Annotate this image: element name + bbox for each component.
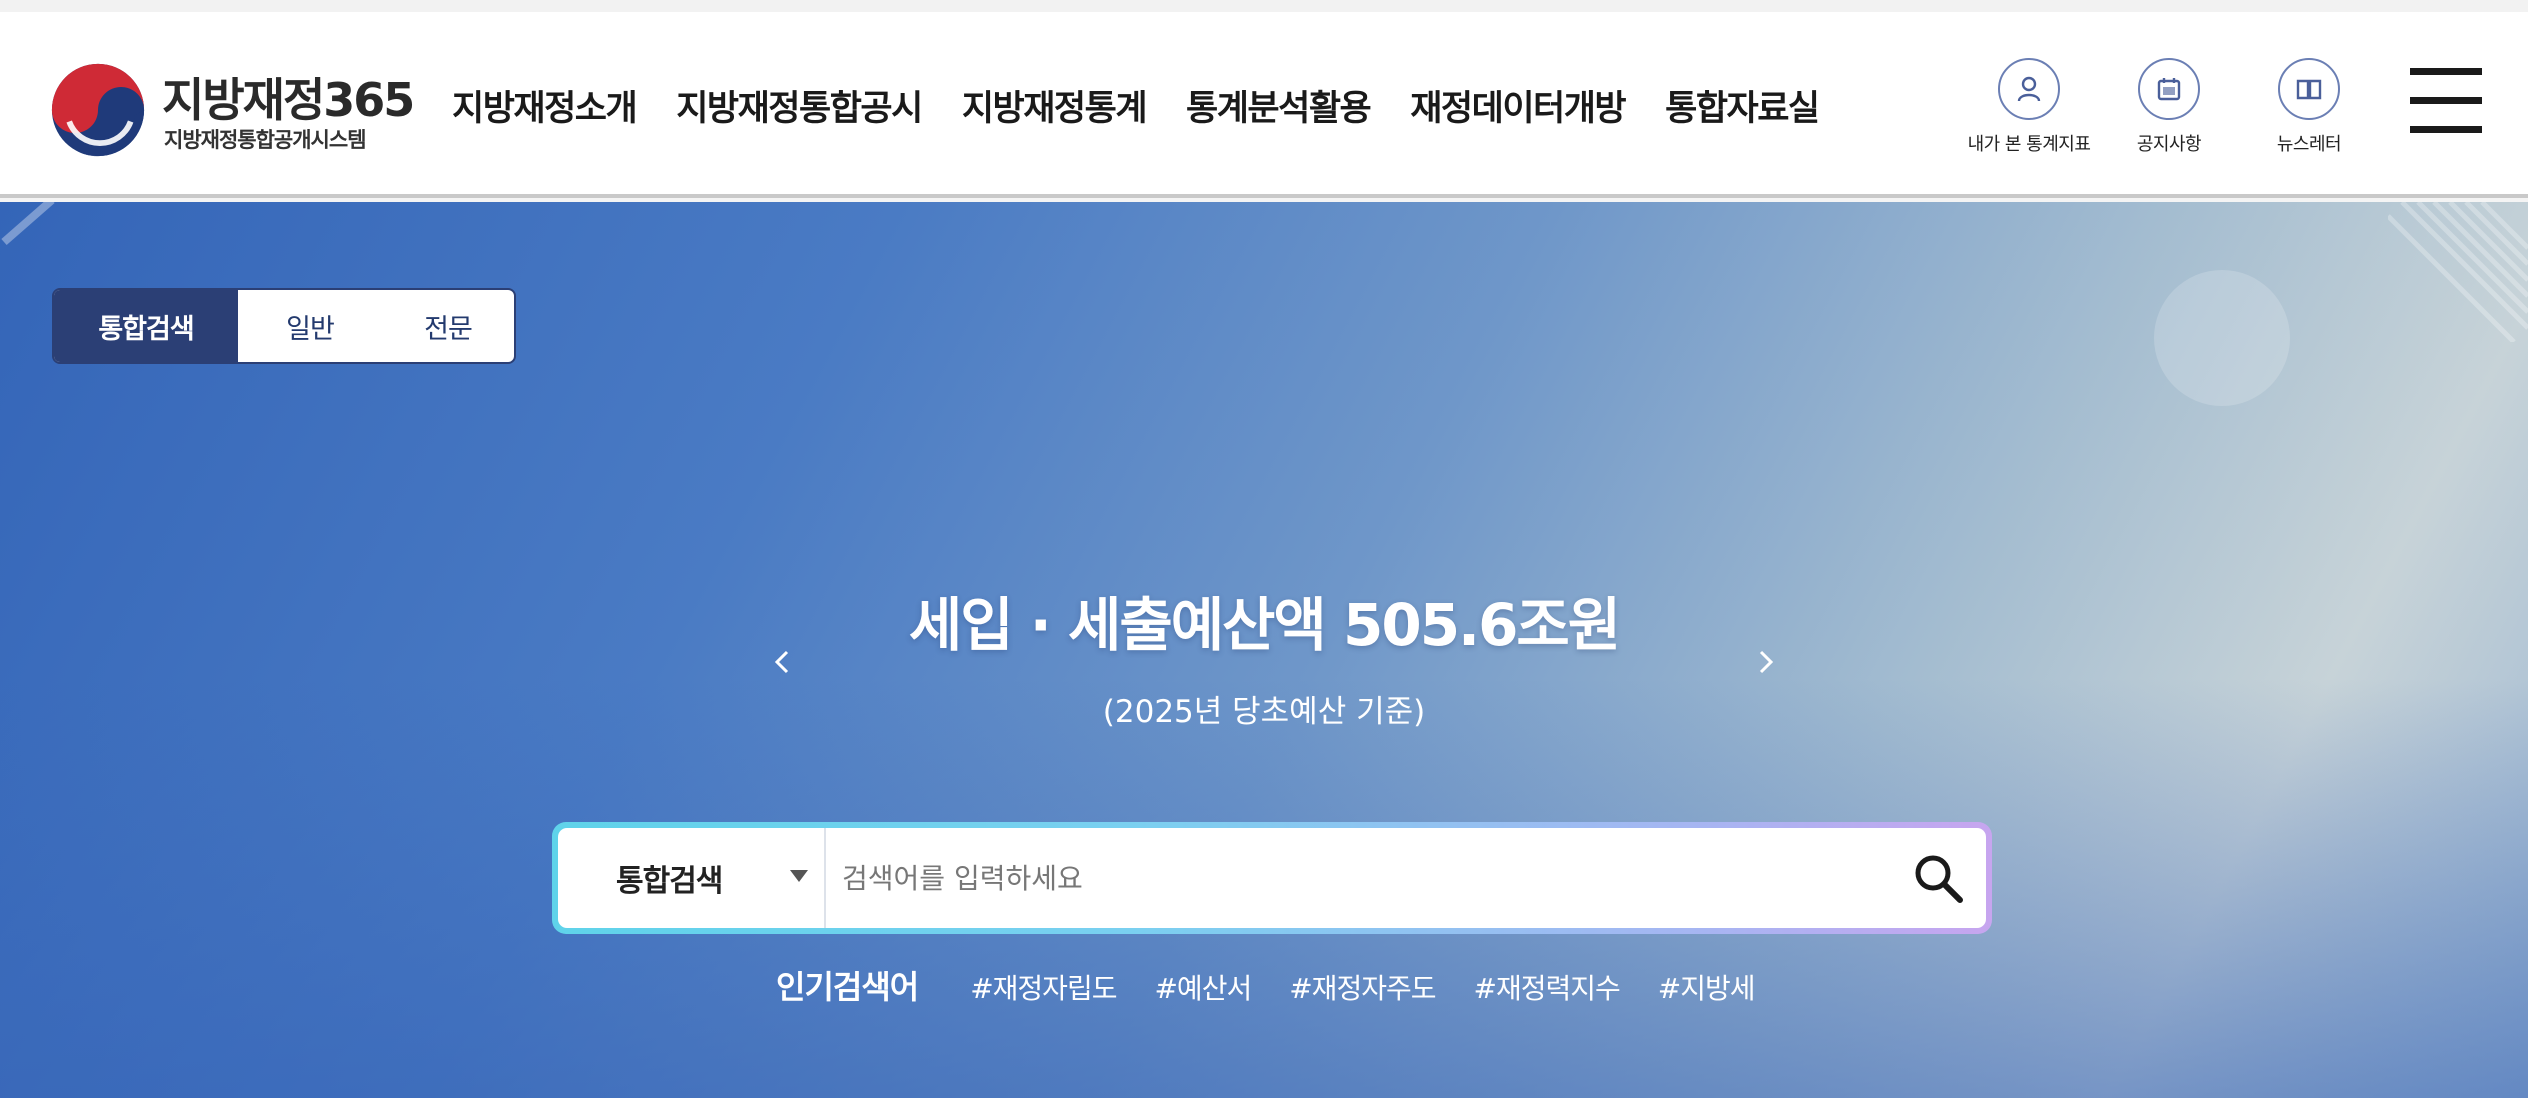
popular-keyword[interactable]: #예산서 [1154, 967, 1252, 1007]
my-indicators-button[interactable]: 내가 본 통계지표 [1954, 58, 2104, 156]
nav-item-statistics[interactable]: 지방재정통계 [962, 80, 1148, 131]
nav-item-disclosure[interactable]: 지방재정통합공시 [676, 80, 923, 131]
logo-title: 지방재정365 [162, 73, 415, 127]
my-indicators-label: 내가 본 통계지표 [1967, 134, 2091, 155]
site-logo[interactable]: 지방재정365 지방재정통합공개시스템 [50, 62, 415, 162]
popular-keyword[interactable]: #재정력지수 [1473, 967, 1620, 1007]
search-scope-select[interactable]: 통합검색 [558, 828, 826, 928]
top-strip [0, 0, 2528, 12]
caret-down-icon [790, 870, 808, 882]
main-navigation: 지방재정소개 지방재정통합공시 지방재정통계 통계분석활용 재정데이터개방 통합… [452, 80, 1859, 131]
notice-button[interactable]: 공지사항 [2094, 58, 2244, 156]
user-icon [1998, 58, 2060, 120]
nav-item-analysis[interactable]: 통계분석활용 [1186, 80, 1372, 131]
search-mode-tabs: 통합검색 일반 전문 [52, 288, 516, 364]
search-input[interactable] [842, 844, 1842, 912]
popular-keywords: 인기검색어 #재정자립도 #예산서 #재정자주도 #재정력지수 #지방세 [776, 962, 1793, 1008]
search-scope-value: 통합검색 [616, 864, 723, 899]
book-icon [2278, 58, 2340, 120]
search-box: 통합검색 [552, 822, 1992, 934]
nav-item-archive[interactable]: 통합자료실 [1665, 80, 1820, 131]
banner-title: 세입 · 세출예산액 505.6조원 [908, 591, 1621, 659]
decorative-slash [1, 202, 55, 246]
tab-general[interactable]: 일반 [238, 290, 382, 362]
popular-keyword[interactable]: #재정자립도 [970, 967, 1117, 1007]
popular-keyword[interactable]: #재정자주도 [1289, 967, 1436, 1007]
decorative-stripes [2388, 202, 2528, 342]
decorative-circle [2154, 270, 2290, 406]
search-icon [1915, 855, 1963, 903]
calendar-icon [2138, 58, 2200, 120]
tab-expert[interactable]: 전문 [382, 290, 514, 362]
site-header: 지방재정365 지방재정통합공개시스템 지방재정소개 지방재정통합공시 지방재정… [0, 12, 2528, 198]
nav-item-open-data[interactable]: 재정데이터개방 [1410, 80, 1626, 131]
nav-item-intro[interactable]: 지방재정소개 [452, 80, 638, 131]
logo-subtitle: 지방재정통합공개시스템 [164, 128, 367, 152]
taegeuk-logo-icon [51, 63, 145, 157]
popular-keyword[interactable]: #지방세 [1658, 967, 1756, 1007]
banner-subtitle: (2025년 당초예산 기준) [1102, 694, 1426, 730]
hamburger-menu-icon[interactable] [2410, 68, 2482, 134]
newsletter-button[interactable]: 뉴스레터 [2234, 58, 2384, 156]
search-button[interactable] [1910, 850, 1966, 906]
notice-label: 공지사항 [2136, 134, 2202, 155]
tab-integrated-search[interactable]: 통합검색 [54, 290, 238, 362]
search-box-inner: 통합검색 [558, 828, 1986, 928]
banner-slide: 세입 · 세출예산액 505.6조원 (2025년 당초예산 기준) [0, 578, 2528, 730]
newsletter-label: 뉴스레터 [2276, 134, 2342, 155]
popular-keywords-title: 인기검색어 [776, 968, 919, 1006]
hero-banner: 통합검색 일반 전문 세입 · 세출예산액 505.6조원 (2025년 당초예… [0, 202, 2528, 1098]
